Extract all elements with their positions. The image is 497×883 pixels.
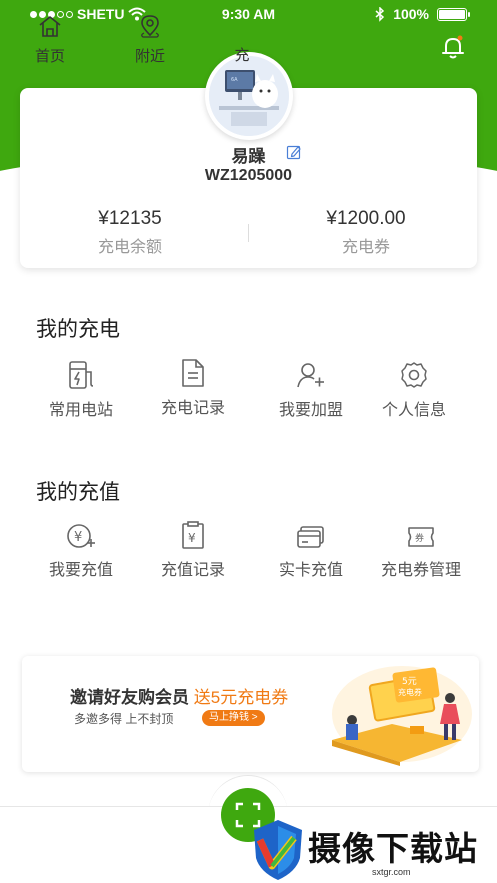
home-icon: [39, 16, 61, 37]
svg-text:¥: ¥: [74, 530, 82, 545]
grid-item-label: 实卡充值: [278, 562, 343, 579]
balance-label: 充电余额: [97, 239, 162, 256]
bell-icon[interactable]: [440, 34, 466, 60]
grid-item-label: 我要加盟: [278, 402, 343, 419]
charging-station-icon: [69, 361, 94, 389]
svg-text:券: 券: [415, 532, 424, 544]
user-id: WZ1205000: [204, 167, 293, 184]
user-name: 易躁: [231, 147, 266, 166]
tab-charge[interactable]: 充: [222, 42, 262, 65]
yen-plus-icon: ¥: [67, 524, 95, 548]
grid-item-label: 充电记录: [160, 400, 225, 417]
grid-item-label: 我要充值: [48, 562, 113, 579]
balance-stat[interactable]: ¥12135 充电余额: [30, 208, 230, 257]
grid-item-coupon-manage[interactable]: 券 充电券管理: [366, 524, 476, 580]
location-icon: [141, 15, 159, 38]
avatar[interactable]: 6A: [205, 52, 293, 140]
battery-icon: [437, 7, 470, 21]
grid-item-join[interactable]: 我要加盟: [256, 360, 366, 420]
bluetooth-icon: [375, 6, 385, 22]
coupon-icon: 券: [408, 527, 434, 547]
grid-item-label: 充电券管理: [380, 562, 461, 579]
grid-item-topup[interactable]: ¥ 我要充值: [26, 522, 136, 580]
grid-item-topup-records[interactable]: ¥ 充值记录: [138, 520, 248, 580]
site-watermark: 摄像下载站 sxtgr.com: [248, 816, 497, 883]
document-icon: [182, 359, 204, 387]
watermark-text: 摄像下载站: [308, 829, 478, 868]
tab-label: 附近: [134, 48, 165, 65]
watermark-url: sxtgr.com: [372, 867, 411, 877]
banner-title-main: 邀请好友购会员: [70, 688, 189, 707]
svg-text:¥: ¥: [188, 531, 196, 545]
coupon-label: 充电券: [341, 239, 390, 256]
balance-value: ¥12135: [98, 208, 162, 229]
banner-title-highlight: 送5元充电券: [193, 688, 289, 707]
gear-icon: [401, 362, 427, 388]
tab-nearby[interactable]: 附近: [110, 14, 190, 66]
grid-item-favorite-stations[interactable]: 常用电站: [26, 360, 136, 420]
tab-label: 充: [234, 47, 250, 64]
battery-percent: 100%: [393, 6, 429, 22]
banner-title: 邀请好友购会员 送5元充电券: [70, 683, 288, 708]
grid-item-label: 常用电站: [48, 402, 113, 419]
grid-item-personal-info[interactable]: 个人信息: [359, 360, 469, 420]
coupon-illustration: 5元 充电券: [332, 666, 472, 766]
grid-item-label: 充值记录: [160, 562, 225, 579]
coupon-name-text: 充电券: [398, 687, 422, 697]
coupon-value: ¥1200.00: [326, 208, 406, 229]
add-user-icon: [297, 363, 324, 388]
banner-subtitle: 多邀多得 上不封顶: [74, 712, 174, 726]
clipboard-yen-icon: ¥: [182, 521, 204, 549]
stat-divider: [248, 224, 249, 242]
card-icon: [297, 526, 324, 548]
watermark-logo: [254, 820, 302, 880]
edit-icon[interactable]: [286, 144, 302, 160]
svg-text:6A: 6A: [231, 77, 238, 83]
tab-home[interactable]: 首页: [10, 14, 90, 66]
section-title-charge: 我的充电: [36, 318, 120, 341]
earn-money-button[interactable]: 马上挣钱 >: [202, 710, 265, 726]
grid-item-charge-records[interactable]: 充电记录: [138, 358, 248, 418]
promo-banner[interactable]: 邀请好友购会员 送5元充电券 多邀多得 上不封顶 马上挣钱 > 5元 充电券: [22, 656, 479, 772]
avatar-illustration: 6A: [209, 56, 289, 136]
grid-item-label: 个人信息: [381, 402, 446, 419]
section-title-topup: 我的充值: [36, 481, 120, 504]
coupon-amount-text: 5元: [402, 677, 417, 687]
coupon-stat[interactable]: ¥1200.00 充电券: [266, 208, 466, 257]
tab-label: 首页: [34, 48, 65, 65]
grid-item-card-topup[interactable]: 实卡充值: [256, 524, 366, 580]
